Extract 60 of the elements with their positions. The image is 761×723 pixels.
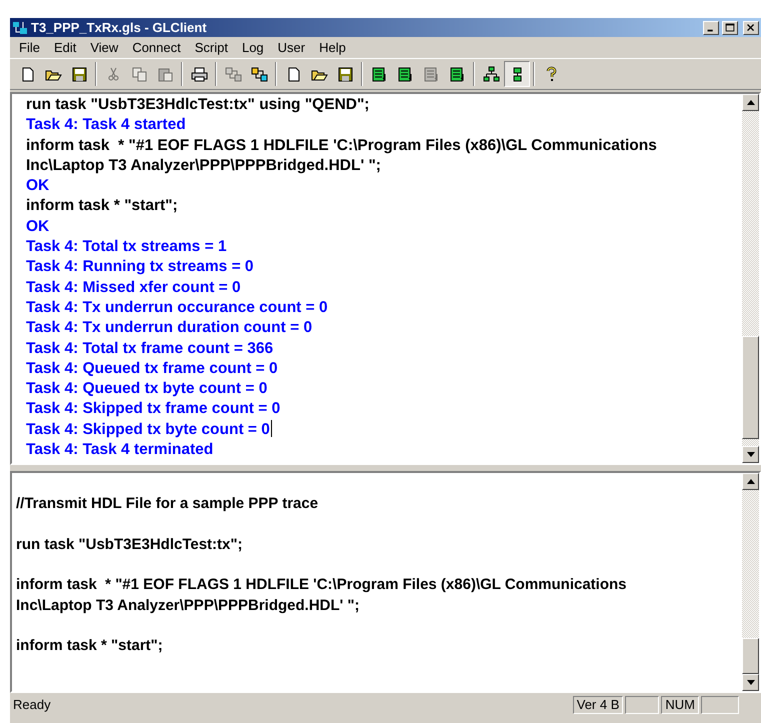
command-line: inform task * "start"; xyxy=(26,196,178,216)
printer-icon xyxy=(190,66,208,82)
response-line: Task 4: Queued tx frame count = 0 xyxy=(26,358,278,379)
script-line: //Transmit HDL File for a sample PPP trace xyxy=(16,494,318,514)
response-line: Task 4: Tx underrun duration count = 0 xyxy=(26,318,312,338)
response-line: Task 4: Task 4 started xyxy=(26,115,186,136)
command-line: inform task * "#1 EOF FLAGS 1 HDLFILE 'C:\Program Files (x86)\GL Communications xyxy=(26,136,657,156)
linked-blocks-icon xyxy=(224,66,242,82)
minimize-icon[interactable] xyxy=(703,20,719,34)
list-document-icon xyxy=(370,66,388,82)
response-line: OK xyxy=(26,216,50,237)
menu-item[interactable]: Edit xyxy=(46,38,84,58)
script-line: run task "UsbT3E3HdlcTest:tx"; xyxy=(16,534,242,555)
app-icon xyxy=(12,20,28,36)
scrollbar[interactable] xyxy=(742,473,759,691)
maximize-icon[interactable] xyxy=(722,20,738,34)
menu-item[interactable]: Script xyxy=(188,38,235,58)
command-line: Inc\Laptop T3 Analyzer\PPP\PPPBridged.HDL' "; xyxy=(26,156,381,176)
menu-item[interactable]: Log xyxy=(234,38,271,58)
list-document-icon xyxy=(396,66,414,82)
linked-blocks-icon xyxy=(250,66,268,82)
script-line: inform task * "start"; xyxy=(16,636,163,656)
script-line: inform task * "#1 EOF FLAGS 1 HDLFILE 'C:\Program Files (x86)\GL Communications xyxy=(16,575,627,596)
scroll-down-icon[interactable] xyxy=(742,446,759,463)
response-line: Task 4: Total tx streams = 1 xyxy=(26,237,227,258)
response-line: Task 4: Tx underrun occurance count = 0 xyxy=(26,298,328,318)
response-line: OK xyxy=(26,176,50,196)
clipboard-icon xyxy=(156,66,174,82)
menu-item[interactable]: View xyxy=(83,38,126,58)
hierarchy-icon xyxy=(482,66,500,82)
num-lock-indicator: NUM xyxy=(661,696,699,714)
response-line: Task 4: Missed xfer count = 0 xyxy=(26,278,241,298)
menu-item[interactable]: Help xyxy=(312,38,353,58)
copy-icon xyxy=(130,66,148,82)
status-panel xyxy=(625,696,660,714)
command-line: run task "UsbT3E3HdlcTest:tx" using "QEND"; xyxy=(26,95,370,115)
status-panel xyxy=(701,696,739,714)
menu-item[interactable]: Connect xyxy=(125,38,188,58)
response-line: Task 4: Skipped tx frame count = 0 xyxy=(26,399,280,420)
scrollbar[interactable] xyxy=(742,94,759,463)
response-line: Task 4: Running tx streams = 0 xyxy=(26,257,254,278)
response-line: Task 4: Skipped tx byte count = 0 xyxy=(26,420,272,440)
menu-item[interactable]: File xyxy=(12,38,47,58)
status-message: Ready xyxy=(13,696,52,714)
split-panes-button[interactable] xyxy=(504,61,530,87)
scroll-down-icon[interactable] xyxy=(742,674,759,691)
scroll-up-icon[interactable] xyxy=(742,473,759,490)
scroll-thumb[interactable] xyxy=(742,638,759,674)
response-line: Task 4: Queued tx byte count = 0 xyxy=(26,379,268,400)
script-line: Inc\Laptop T3 Analyzer\PPP\PPPBridged.HDL' "; xyxy=(16,596,360,616)
response-line: Task 4: Task 4 terminated xyxy=(26,440,214,460)
scroll-up-icon[interactable] xyxy=(742,94,759,111)
version-indicator: Ver 4 B xyxy=(572,696,624,714)
close-icon[interactable] xyxy=(743,20,759,34)
menu-item[interactable]: User xyxy=(270,38,312,58)
scroll-thumb[interactable] xyxy=(742,336,759,439)
window-title: T3_PPP_TxRx.gls - GLClient xyxy=(31,18,208,37)
list-document-icon xyxy=(448,66,466,82)
response-line: Task 4: Total tx frame count = 366 xyxy=(26,338,274,359)
list-document-icon xyxy=(422,66,440,82)
